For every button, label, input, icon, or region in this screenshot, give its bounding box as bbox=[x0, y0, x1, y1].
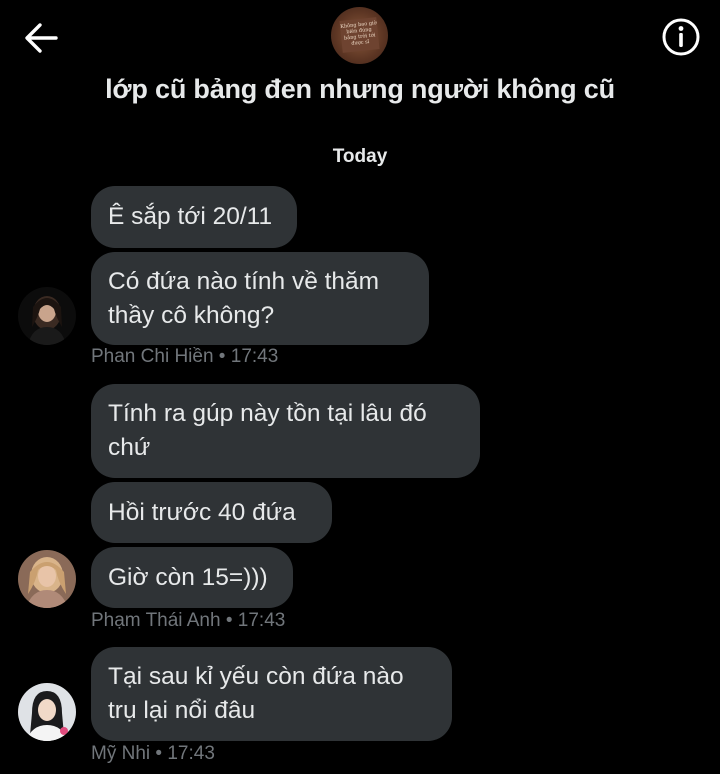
conversation-title: lớp cũ bảng đen nhưng người không cũ bbox=[105, 74, 615, 104]
info-button[interactable] bbox=[660, 16, 702, 58]
message-meta: Phạm Thái Anh • 17:43 bbox=[91, 610, 285, 632]
meta-separator: • bbox=[213, 346, 231, 367]
message-bubble[interactable]: Tại sau kỉ yếu còn đứa nào trụ lại nổi đ… bbox=[91, 647, 452, 741]
info-icon bbox=[662, 18, 700, 56]
sender-name: Mỹ Nhi bbox=[91, 743, 151, 764]
message-bubble[interactable]: Giờ còn 15=))) bbox=[91, 547, 293, 608]
message-bubble[interactable]: Hồi trước 40 đứa bbox=[91, 482, 332, 543]
message-bubble[interactable]: Ê sắp tới 20/11 bbox=[91, 186, 297, 248]
message-bubble[interactable]: Có đứa nào tính về thăm thầy cô không? bbox=[91, 252, 429, 345]
avatar-pham-thai-anh[interactable] bbox=[18, 550, 76, 608]
back-button[interactable] bbox=[22, 20, 62, 56]
message-meta: Phan Chi Hiền • 17:43 bbox=[91, 346, 278, 368]
avatar-my-nhi[interactable] bbox=[18, 683, 76, 741]
avatar-phan-chi-hien[interactable] bbox=[18, 287, 76, 345]
group-avatar[interactable]: Không bao giờ biên đúng bảng trời tới đư… bbox=[331, 7, 388, 64]
conversation-header: Không bao giờ biên đúng bảng trời tới đư… bbox=[0, 0, 720, 130]
message-time: 17:43 bbox=[230, 346, 279, 367]
arrow-left-icon bbox=[25, 23, 58, 53]
sender-name: Phạm Thái Anh bbox=[91, 610, 221, 631]
meta-separator: • bbox=[220, 610, 238, 631]
message-time: 17:43 bbox=[237, 610, 286, 631]
message-time: 17:43 bbox=[167, 743, 215, 764]
meta-separator: • bbox=[150, 743, 168, 764]
group-avatar-text: Không bao giờ biên đúng bảng trời tới đư… bbox=[339, 17, 380, 53]
date-divider: Today bbox=[332, 146, 388, 167]
sender-name: Phan Chi Hiền bbox=[91, 346, 214, 367]
message-bubble[interactable]: Tính ra gúp này tồn tại lâu đó chứ bbox=[91, 384, 480, 478]
message-meta: Mỹ Nhi • 17:43 bbox=[91, 743, 215, 765]
